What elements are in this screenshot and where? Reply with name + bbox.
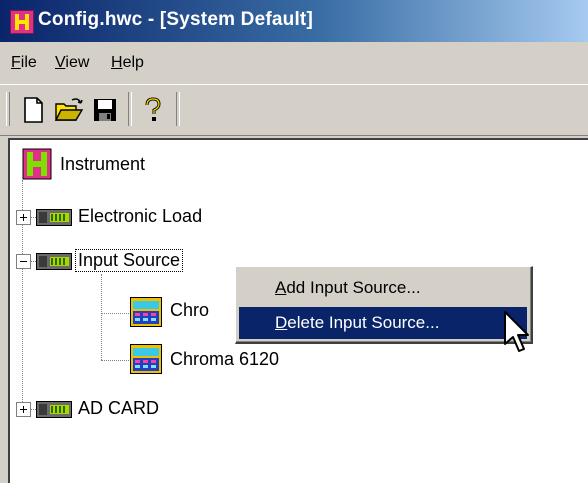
save-icon[interactable] (90, 95, 120, 125)
chroma-device-icon (130, 344, 162, 374)
help-icon[interactable] (138, 95, 168, 125)
instrument-root-icon (22, 148, 52, 180)
mouse-cursor-icon (503, 310, 533, 356)
menu-view[interactable]: View (55, 54, 89, 72)
menu-file[interactable]: File (11, 54, 37, 72)
device-rack-icon (36, 251, 72, 271)
new-document-icon[interactable] (18, 95, 48, 125)
tree-node-electronic-load[interactable]: Electronic Load (78, 206, 202, 227)
device-rack-icon (36, 399, 72, 419)
app-icon[interactable] (10, 10, 34, 34)
expand-toggle[interactable] (16, 210, 31, 225)
title-bar[interactable]: Config.hwc - [System Default] (0, 0, 588, 42)
toolbar-separator (128, 92, 132, 126)
menu-help[interactable]: Help (111, 54, 144, 72)
menu-item-delete-input-source[interactable]: Delete Input Source... (239, 307, 527, 339)
context-menu: Add Input Source... Delete Input Source.… (235, 266, 533, 344)
device-rack-icon (36, 207, 72, 227)
toolbar-separator (176, 92, 180, 126)
tree-root-label[interactable]: Instrument (60, 154, 145, 175)
toolbar-grip[interactable] (6, 92, 10, 126)
tree-node-input-source[interactable]: Input Source (74, 249, 184, 272)
tree-node-chroma-1[interactable]: Chro (170, 300, 209, 321)
toolbar (0, 84, 588, 136)
open-folder-icon[interactable] (54, 95, 84, 125)
collapse-toggle[interactable] (16, 254, 31, 269)
menu-item-add-input-source[interactable]: Add Input Source... (239, 272, 527, 304)
tree-node-ad-card[interactable]: AD CARD (78, 398, 159, 419)
expand-toggle[interactable] (16, 402, 31, 417)
window-title: Config.hwc - [System Default] (38, 9, 313, 30)
tree-node-chroma-6120[interactable]: Chroma 6120 (170, 349, 279, 370)
chroma-device-icon (130, 297, 162, 327)
menu-bar: File View Help (0, 43, 588, 83)
